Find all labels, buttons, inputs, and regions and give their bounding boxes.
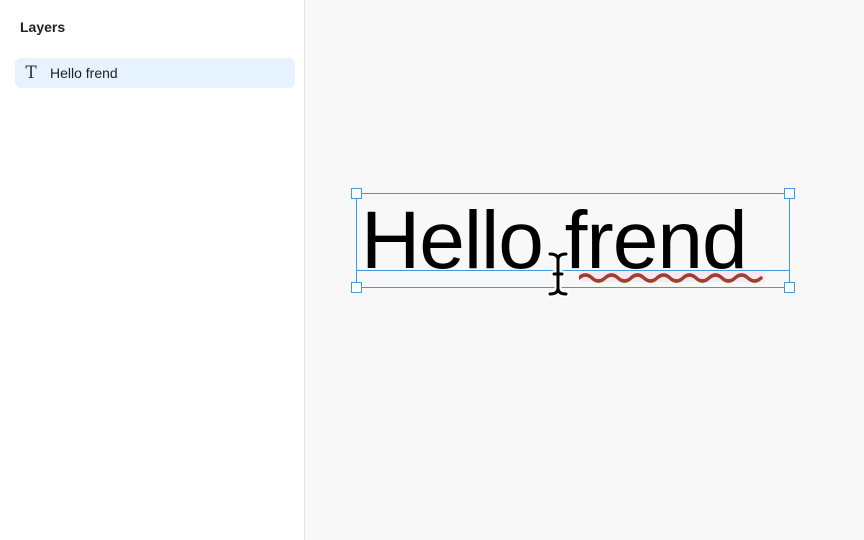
text-cursor-icon xyxy=(546,250,570,298)
text-layer-icon: T xyxy=(25,63,37,83)
spellcheck-squiggle xyxy=(579,273,763,283)
design-canvas[interactable]: Hello frend xyxy=(305,0,864,540)
resize-handle-top-left[interactable] xyxy=(351,188,362,199)
resize-handle-bottom-left[interactable] xyxy=(351,282,362,293)
layer-item-label: Hello frend xyxy=(50,65,118,81)
text-layer-selection-frame[interactable]: Hello frend xyxy=(351,188,795,293)
layers-sidebar: Layers T Hello frend xyxy=(0,0,305,540)
resize-handle-top-right[interactable] xyxy=(784,188,795,199)
text-baseline-guide xyxy=(357,270,789,271)
layers-panel-title: Layers xyxy=(20,19,66,35)
resize-handle-bottom-right[interactable] xyxy=(784,282,795,293)
app: Layers T Hello frend Hello frend xyxy=(0,0,864,540)
layer-item-hello-frend[interactable]: T Hello frend xyxy=(15,58,295,88)
